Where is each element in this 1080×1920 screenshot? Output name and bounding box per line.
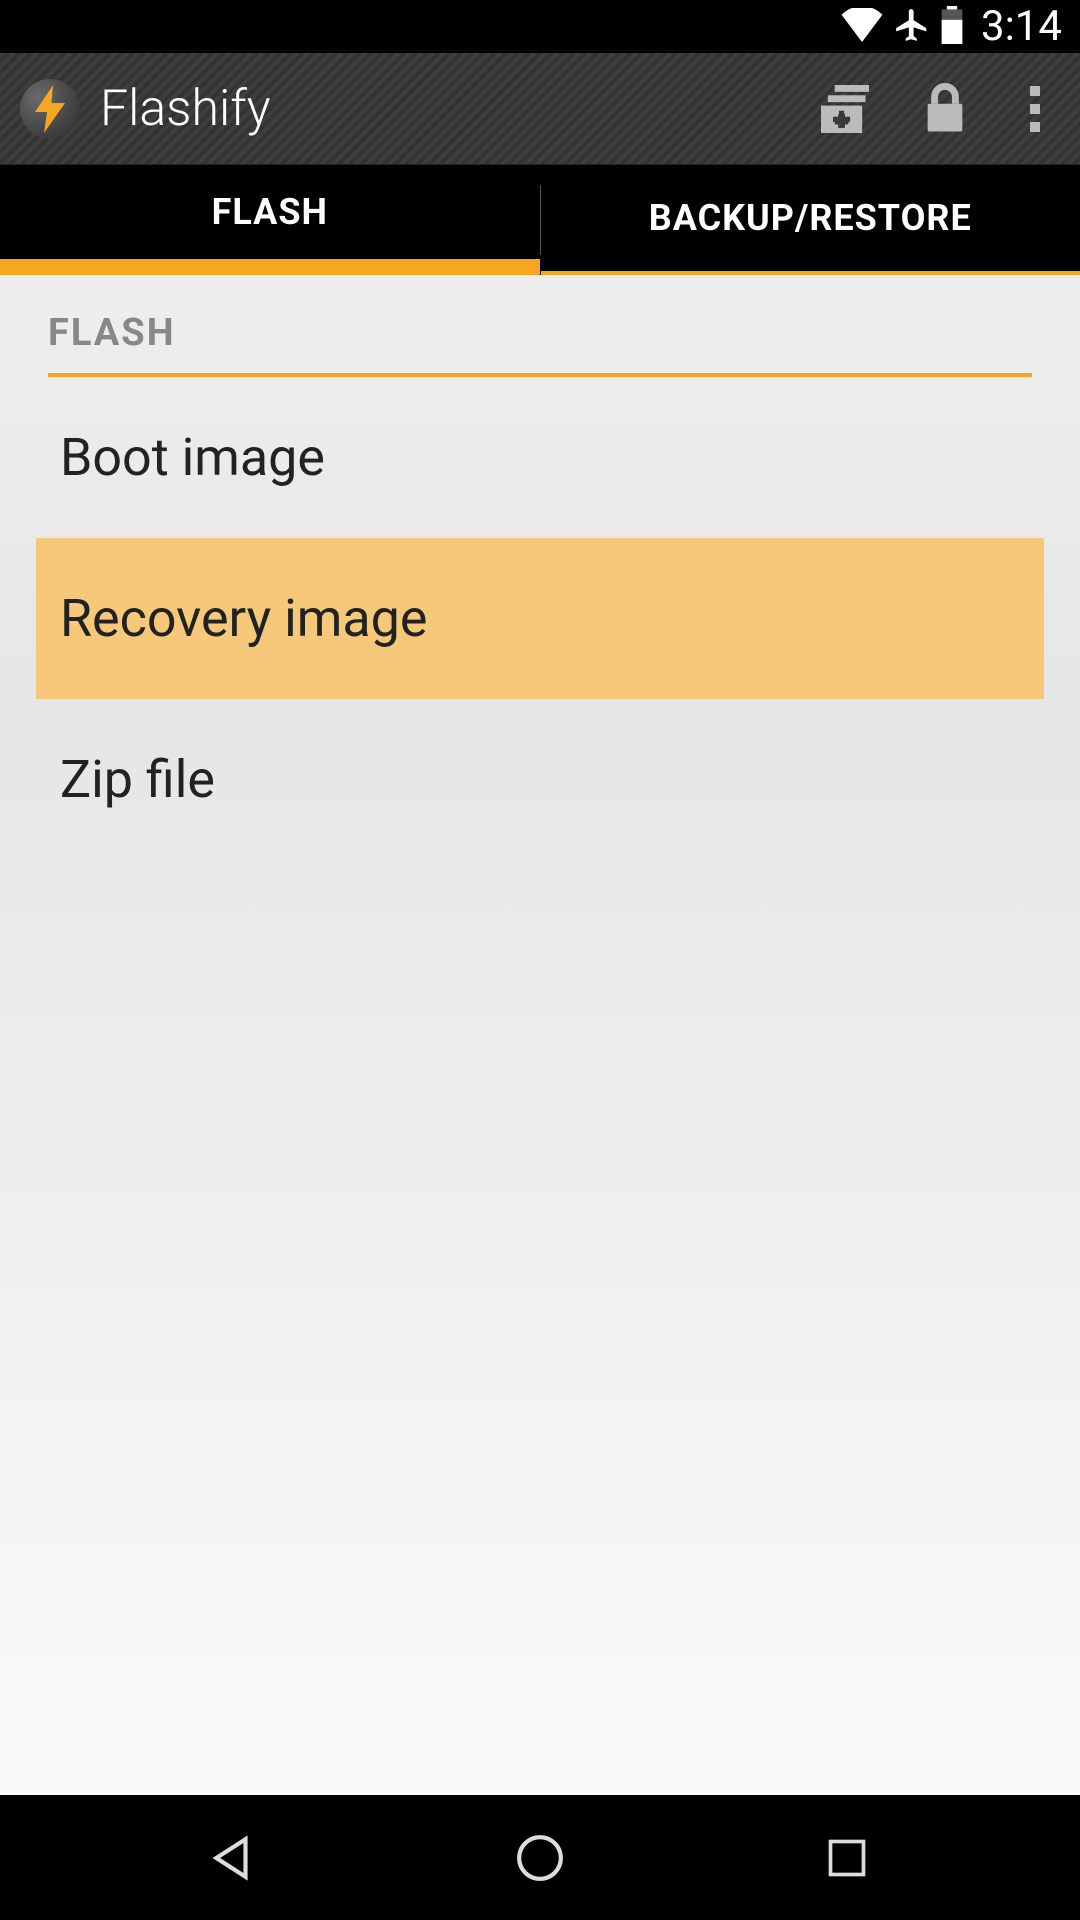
tab-backup-restore[interactable]: BACKUP/RESTORE	[541, 165, 1080, 275]
lock-button[interactable]	[910, 74, 980, 144]
list-item-label: Recovery image	[60, 588, 427, 649]
content-area: FLASH Boot image Recovery image Zip file	[0, 275, 1080, 1795]
add-collection-button[interactable]	[810, 74, 880, 144]
app-title: Flashify	[100, 80, 780, 138]
battery-icon	[941, 6, 963, 48]
list-item-recovery-image[interactable]: Recovery image	[36, 538, 1044, 699]
status-time: 3:14	[981, 2, 1062, 51]
list-item-label: Zip file	[60, 749, 215, 810]
navigation-bar	[0, 1795, 1080, 1920]
nav-back-button[interactable]	[173, 1818, 293, 1898]
overflow-menu-button[interactable]	[1010, 86, 1060, 132]
nav-home-button[interactable]	[480, 1818, 600, 1898]
app-bar: Flashify	[0, 53, 1080, 165]
tab-flash[interactable]: FLASH	[0, 165, 540, 275]
tab-backup-label: BACKUP/RESTORE	[649, 197, 972, 239]
status-bar: 3:14	[0, 0, 1080, 53]
airplane-icon	[893, 6, 931, 48]
list-item-boot-image[interactable]: Boot image	[48, 377, 1032, 538]
app-logo-icon	[20, 79, 80, 139]
wifi-icon	[841, 8, 883, 46]
list-item-label: Boot image	[60, 427, 325, 488]
tab-flash-label: FLASH	[212, 191, 328, 233]
nav-recent-button[interactable]	[787, 1818, 907, 1898]
tab-bar: FLASH BACKUP/RESTORE	[0, 165, 1080, 275]
section-header: FLASH	[48, 311, 1032, 377]
list-item-zip-file[interactable]: Zip file	[48, 699, 1032, 860]
